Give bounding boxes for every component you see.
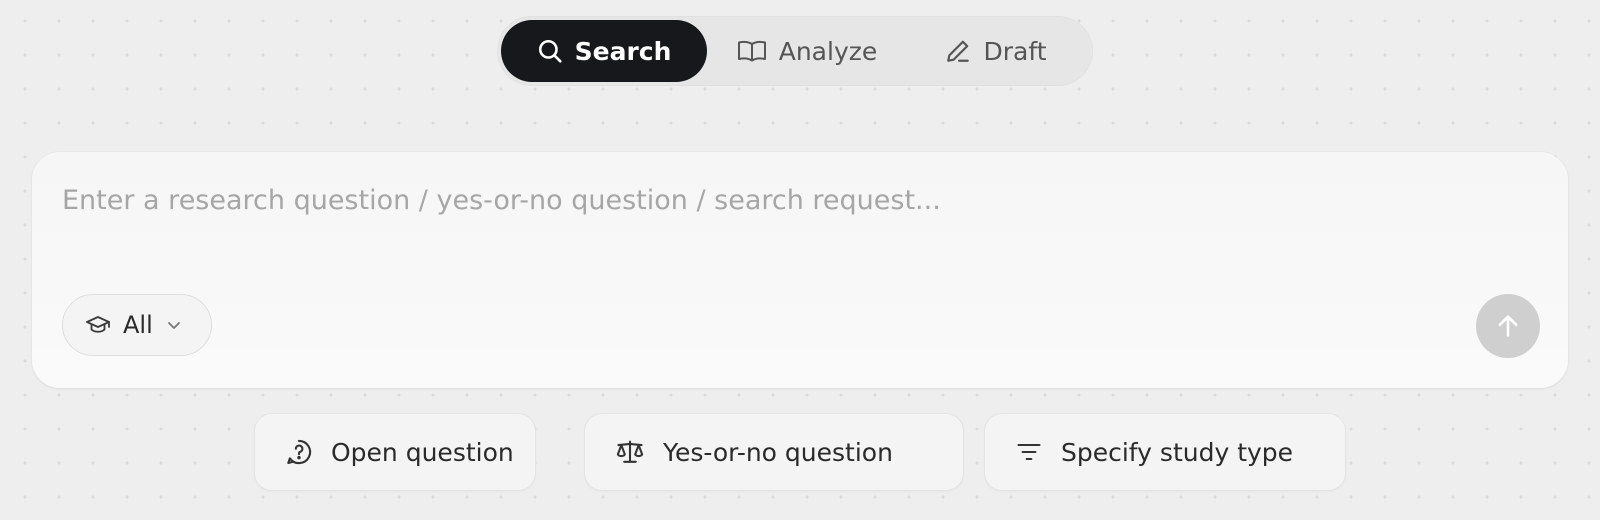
pencil-icon	[947, 40, 970, 62]
graduation-cap-icon	[86, 316, 110, 333]
suggestion-yes-or-no-question[interactable]: Yes-or-no question	[584, 413, 964, 491]
suggestion-label: Open question	[331, 437, 514, 467]
search-icon	[538, 39, 562, 63]
search-input[interactable]	[62, 178, 1532, 222]
scale-icon	[616, 440, 644, 463]
tab-analyze[interactable]: Analyze	[707, 20, 907, 82]
mode-tabs: Search Analyze Draft	[497, 16, 1093, 86]
tab-draft[interactable]: Draft	[907, 20, 1085, 82]
search-card: All	[32, 152, 1568, 388]
chevron-down-icon	[167, 322, 180, 329]
book-icon	[737, 40, 766, 62]
suggestion-open-question[interactable]: Open question	[254, 413, 536, 491]
filter-lines-icon	[1017, 443, 1041, 461]
filter-label: All	[123, 311, 153, 339]
question-bubble-icon	[287, 439, 312, 465]
submit-button[interactable]	[1476, 294, 1540, 358]
suggestion-label: Yes-or-no question	[663, 437, 893, 467]
suggestion-specify-study-type[interactable]: Specify study type	[984, 413, 1346, 491]
tab-search[interactable]: Search	[501, 20, 707, 82]
arrow-up-icon	[1498, 315, 1518, 337]
tab-analyze-label: Analyze	[778, 36, 878, 66]
tab-search-label: Search	[574, 36, 672, 66]
filter-dropdown[interactable]: All	[62, 294, 212, 356]
tab-draft-label: Draft	[983, 36, 1047, 66]
suggestion-label: Specify study type	[1061, 437, 1294, 467]
